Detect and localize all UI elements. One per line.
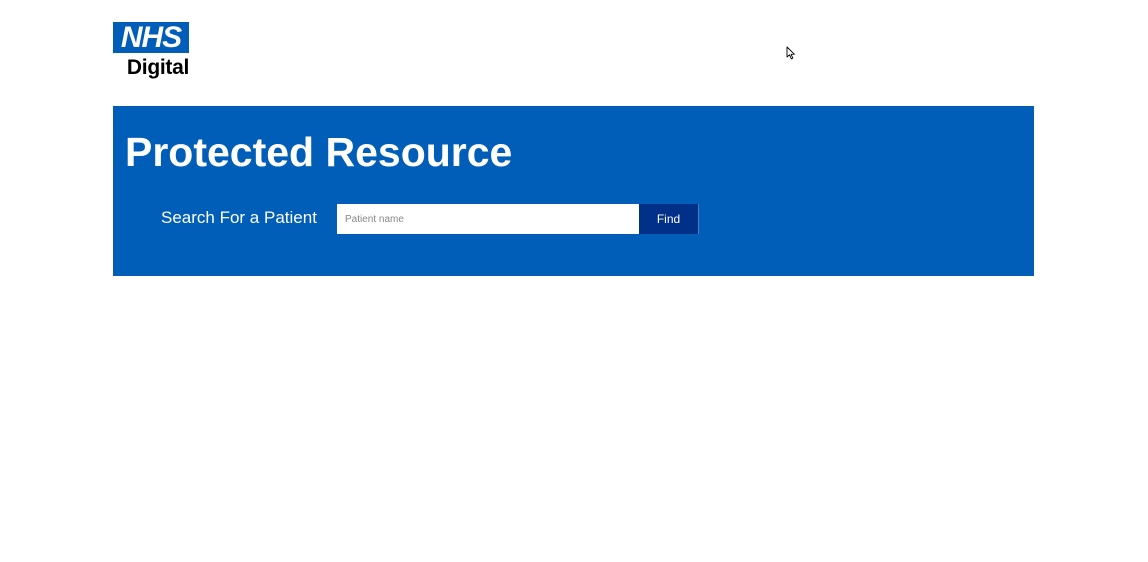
- find-button[interactable]: Find: [639, 204, 699, 234]
- mouse-pointer-icon: [786, 46, 795, 60]
- search-label: Search For a Patient: [161, 208, 317, 227]
- nhs-logo-box: NHS: [113, 22, 189, 53]
- nhs-logo-text: NHS: [120, 21, 182, 54]
- patient-search-input[interactable]: [337, 204, 639, 234]
- protected-resource-banner: Protected Resource Search For a Patient …: [113, 106, 1034, 276]
- nhs-digital-logo: NHS Digital: [113, 22, 189, 80]
- page-title: Protected Resource: [125, 129, 513, 175]
- nhs-logo-subtext: Digital: [126, 56, 189, 79]
